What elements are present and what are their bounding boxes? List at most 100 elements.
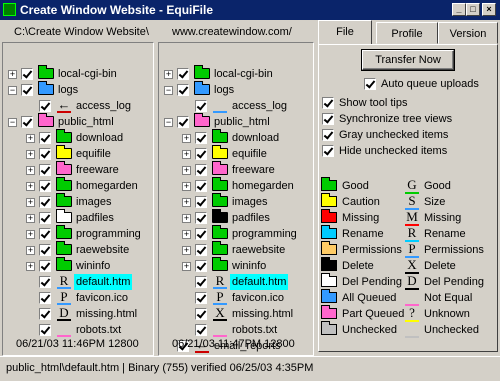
item-checkbox[interactable] [195,180,207,192]
item-checkbox[interactable] [39,196,51,208]
tree-folder-row[interactable]: + freeware [156,161,306,178]
tree-folder-row[interactable]: + download [0,129,150,146]
item-checkbox[interactable] [195,212,207,224]
item-checkbox[interactable] [39,292,51,304]
item-checkbox[interactable] [39,308,51,320]
expand-toggle[interactable]: + [26,246,35,255]
item-checkbox[interactable] [39,324,51,336]
item-checkbox[interactable] [195,292,207,304]
item-checkbox[interactable] [39,164,51,176]
expand-toggle[interactable]: − [8,118,17,127]
item-checkbox[interactable] [195,324,207,336]
option-checkbox[interactable] [322,113,334,125]
option-checkbox[interactable] [322,129,334,141]
tree-folder-row[interactable]: − logs [0,81,150,98]
tree-file-row[interactable]: Pfavicon.ico [0,290,150,306]
tree-file-row[interactable]: robots.txt [0,322,150,338]
expand-toggle[interactable]: + [26,182,35,191]
item-checkbox[interactable] [39,212,51,224]
tree-folder-row[interactable]: + programming [0,225,150,242]
option-checkbox[interactable] [364,78,376,90]
item-checkbox[interactable] [195,148,207,160]
item-checkbox[interactable] [39,180,51,192]
item-checkbox[interactable] [39,148,51,160]
tree-folder-row[interactable]: + download [156,129,306,146]
expand-toggle[interactable]: + [26,198,35,207]
tab-profile[interactable]: Profile [376,22,438,44]
expand-toggle[interactable]: + [182,246,191,255]
expand-toggle[interactable]: − [164,118,173,127]
tree-folder-row[interactable]: + images [0,193,150,210]
tree-folder-row[interactable]: + raewebsite [0,241,150,258]
tree-folder-row[interactable]: + wininfo [156,257,306,274]
tree-folder-row[interactable]: + padfiles [156,209,306,226]
tree-folder-row[interactable]: + equifile [0,145,150,162]
tree-file-row[interactable]: Pfavicon.ico [156,290,306,306]
expand-toggle[interactable]: + [182,198,191,207]
tree-folder-row[interactable]: + raewebsite [156,241,306,258]
item-checkbox[interactable] [177,68,189,80]
item-checkbox[interactable] [195,164,207,176]
item-checkbox[interactable] [39,100,51,112]
item-checkbox[interactable] [39,244,51,256]
expand-toggle[interactable]: + [26,214,35,223]
item-checkbox[interactable] [21,68,33,80]
maximize-button[interactable]: □ [466,3,480,16]
tree-folder-row[interactable]: − public_html [156,113,306,130]
tree-folder-row[interactable]: + local-cgi-bin [0,65,150,82]
expand-toggle[interactable]: + [26,134,35,143]
expand-toggle[interactable]: + [182,150,191,159]
option-checkbox[interactable] [322,97,334,109]
tree-folder-row[interactable]: + images [156,193,306,210]
item-checkbox[interactable] [195,196,207,208]
tree-file-row[interactable]: access_log [156,98,306,114]
item-checkbox[interactable] [195,228,207,240]
item-checkbox[interactable] [39,276,51,288]
item-checkbox[interactable] [21,84,33,96]
option-checkbox[interactable] [322,145,334,157]
item-checkbox[interactable] [195,260,207,272]
tree-folder-row[interactable]: + equifile [156,145,306,162]
item-checkbox[interactable] [195,308,207,320]
tree-folder-row[interactable]: + programming [156,225,306,242]
tree-folder-row[interactable]: + homegarden [0,177,150,194]
item-checkbox[interactable] [39,260,51,272]
tree-file-row[interactable]: ← access_log [0,98,150,114]
tree-folder-row[interactable]: + local-cgi-bin [156,65,306,82]
expand-toggle[interactable]: + [182,262,191,271]
tree-folder-row[interactable]: + padfiles [0,209,150,226]
expand-toggle[interactable]: + [26,230,35,239]
tree-folder-row[interactable]: − public_html [0,113,150,130]
tree-file-row[interactable]: Rdefault.htm [0,274,150,290]
minimize-button[interactable]: _ [452,3,466,16]
expand-toggle[interactable]: + [182,166,191,175]
tree-file-row[interactable]: robots.txt [156,322,306,338]
expand-toggle[interactable]: + [26,150,35,159]
tab-file[interactable]: File [318,20,372,44]
expand-toggle[interactable]: + [8,70,17,79]
transfer-now-button[interactable]: Transfer Now [362,50,454,70]
expand-toggle[interactable]: + [26,262,35,271]
item-checkbox[interactable] [177,116,189,128]
tree-file-row[interactable]: Dmissing.html [0,306,150,322]
item-checkbox[interactable] [195,244,207,256]
expand-toggle[interactable]: − [164,86,173,95]
tree-folder-row[interactable]: + freeware [0,161,150,178]
item-checkbox[interactable] [195,100,207,112]
item-checkbox[interactable] [177,84,189,96]
item-checkbox[interactable] [39,228,51,240]
expand-toggle[interactable]: + [182,182,191,191]
tree-file-row[interactable]: Rdefault.htm [156,274,306,290]
tree-folder-row[interactable]: − logs [156,81,306,98]
tree-folder-row[interactable]: + wininfo [0,257,150,274]
item-checkbox[interactable] [39,132,51,144]
item-checkbox[interactable] [21,116,33,128]
expand-toggle[interactable]: + [182,134,191,143]
tab-version[interactable]: Version [438,22,498,44]
item-checkbox[interactable] [195,276,207,288]
tree-folder-row[interactable]: + homegarden [156,177,306,194]
expand-toggle[interactable]: − [8,86,17,95]
item-checkbox[interactable] [195,132,207,144]
expand-toggle[interactable]: + [164,70,173,79]
expand-toggle[interactable]: + [182,230,191,239]
